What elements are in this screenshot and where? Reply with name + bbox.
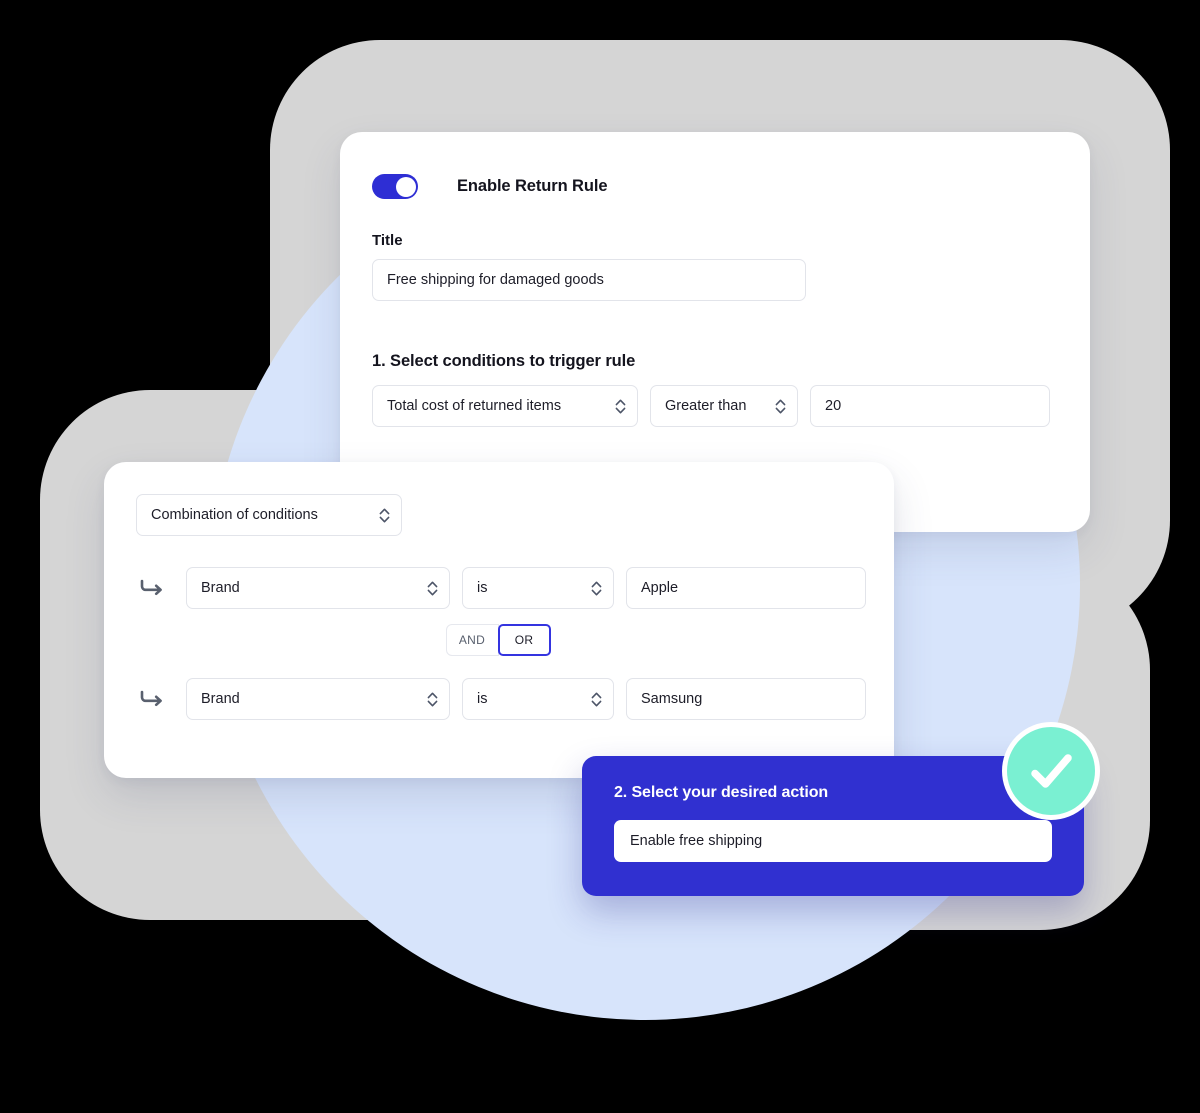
trigger-operator-select-value: Greater than xyxy=(665,398,747,414)
title-field-label: Title xyxy=(372,232,403,249)
chevron-updown-icon xyxy=(379,507,390,524)
logic-operator-group: AND OR xyxy=(104,624,892,656)
condition-operator-select[interactable]: is xyxy=(462,678,614,720)
condition-operator-value: is xyxy=(477,580,488,596)
chevron-updown-icon xyxy=(615,398,626,415)
logic-and-button[interactable]: AND xyxy=(445,624,499,656)
trigger-condition-row: Total cost of returned items Greater tha… xyxy=(372,385,1090,427)
combination-of-conditions-value: Combination of conditions xyxy=(151,507,318,523)
chevron-updown-icon xyxy=(427,580,438,597)
condition-operator-value: is xyxy=(477,691,488,707)
condition-row: Brand is Samsung xyxy=(136,678,894,720)
action-select-input[interactable]: Enable free shipping xyxy=(614,820,1052,862)
trigger-condition-select[interactable]: Total cost of returned items xyxy=(372,385,638,427)
enable-return-rule-label: Enable Return Rule xyxy=(457,177,608,195)
chevron-updown-icon xyxy=(775,398,786,415)
conditions-card: Combination of conditions Brand is Apple… xyxy=(104,462,894,778)
enable-rule-row: Enable Return Rule xyxy=(372,174,1090,199)
chevron-updown-icon xyxy=(591,580,602,597)
illustration-stage: Enable Return Rule Title Free shipping f… xyxy=(0,0,1200,1113)
action-section-heading: 2. Select your desired action xyxy=(614,784,829,801)
condition-value-input[interactable]: Apple xyxy=(626,567,866,609)
trigger-operator-select[interactable]: Greater than xyxy=(650,385,798,427)
title-input[interactable]: Free shipping for damaged goods xyxy=(372,259,806,301)
and-or-segmented-control: AND OR xyxy=(445,624,551,656)
trigger-condition-select-value: Total cost of returned items xyxy=(387,398,562,414)
arrow-corner-down-right-icon xyxy=(136,576,168,600)
check-icon xyxy=(1031,754,1072,788)
condition-value-input[interactable]: Samsung xyxy=(626,678,866,720)
chevron-updown-icon xyxy=(591,691,602,708)
condition-field-select[interactable]: Brand xyxy=(186,678,450,720)
condition-operator-select[interactable]: is xyxy=(462,567,614,609)
combination-of-conditions-select[interactable]: Combination of conditions xyxy=(136,494,402,536)
condition-field-value: Brand xyxy=(201,691,240,707)
toggle-knob xyxy=(395,176,416,197)
enable-return-rule-toggle[interactable] xyxy=(372,174,418,199)
conditions-section-heading: 1. Select conditions to trigger rule xyxy=(372,352,636,370)
arrow-corner-down-right-icon xyxy=(136,687,168,711)
chevron-updown-icon xyxy=(427,691,438,708)
logic-or-button[interactable]: OR xyxy=(497,624,551,656)
condition-field-select[interactable]: Brand xyxy=(186,567,450,609)
check-circle-icon xyxy=(1002,722,1100,820)
condition-field-value: Brand xyxy=(201,580,240,596)
trigger-value-input[interactable]: 20 xyxy=(810,385,1050,427)
condition-row: Brand is Apple xyxy=(136,567,894,609)
